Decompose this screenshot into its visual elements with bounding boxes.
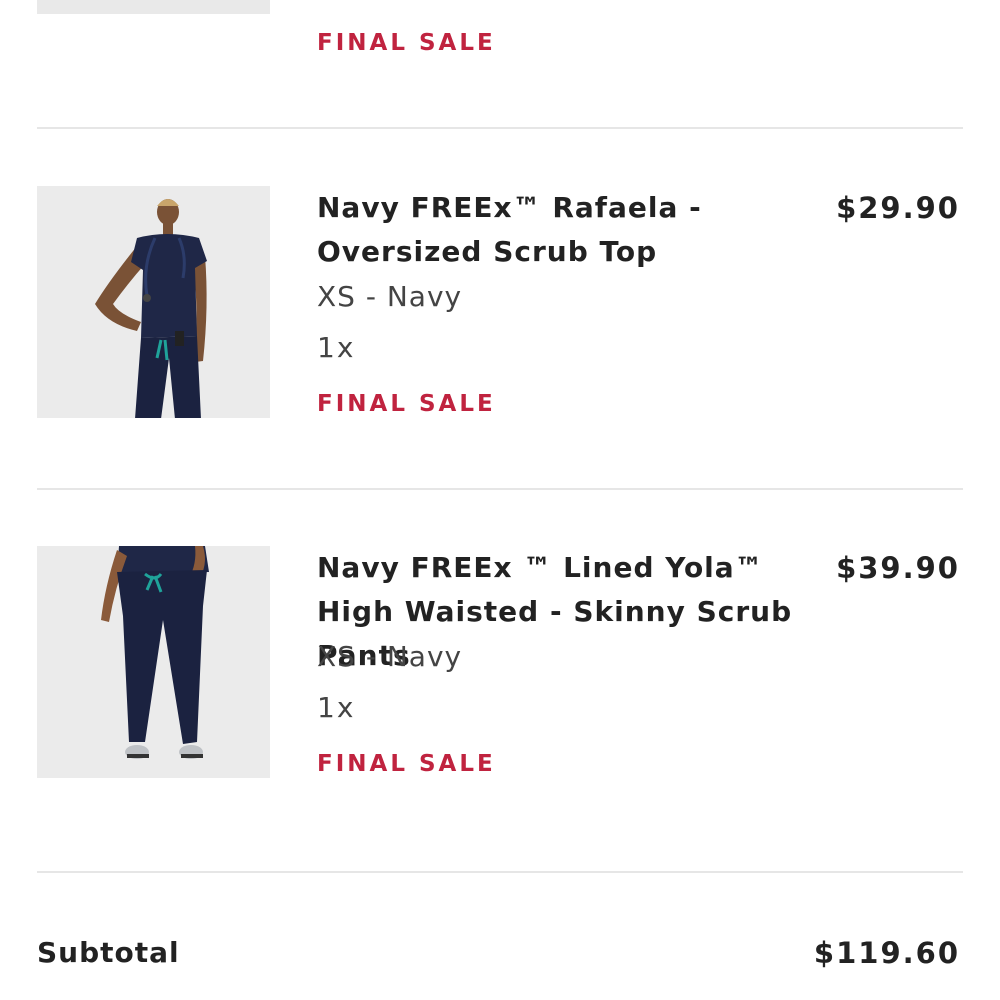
product-name-scrub-top[interactable]: Navy FREEx™ Rafaela - Oversized Scrub To…	[317, 186, 827, 274]
product-variant-scrub-top: XS - Navy	[317, 280, 463, 313]
final-sale-badge: FINAL SALE	[317, 751, 496, 777]
divider	[37, 488, 963, 490]
subtotal-value: $119.60	[813, 936, 960, 970]
final-sale-badge: FINAL SALE	[317, 391, 496, 417]
product-thumbnail-scrub-top[interactable]	[37, 186, 270, 418]
subtotal-label: Subtotal	[37, 936, 180, 969]
scrub-pants-image	[37, 546, 270, 778]
divider	[37, 127, 963, 129]
final-sale-badge: FINAL SALE	[317, 30, 496, 56]
product-quantity-scrub-top: 1x	[317, 331, 356, 364]
divider	[37, 871, 963, 873]
scrub-top-image	[37, 186, 270, 418]
product-variant-scrub-pants: XS - Navy	[317, 640, 463, 673]
product-thumbnail-previous[interactable]	[37, 0, 270, 14]
product-quantity-scrub-pants: 1x	[317, 691, 356, 724]
product-thumbnail-scrub-pants[interactable]	[37, 546, 270, 778]
product-price-scrub-top: $29.90	[836, 191, 960, 225]
product-price-scrub-pants: $39.90	[836, 551, 960, 585]
